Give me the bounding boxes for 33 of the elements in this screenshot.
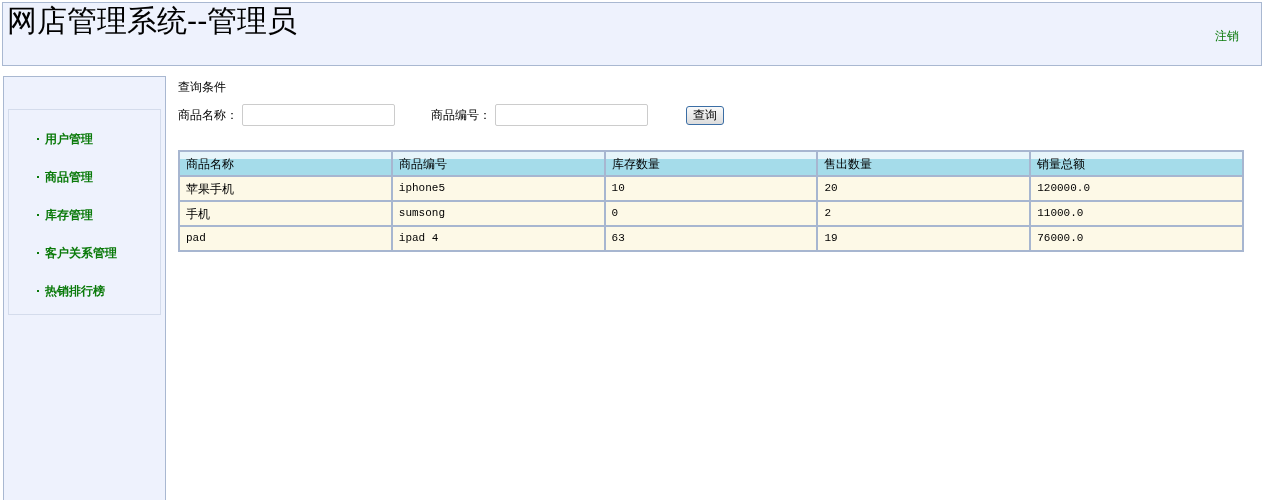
table-cell: 11000.0: [1030, 201, 1243, 226]
input-field[interactable]: [495, 104, 648, 126]
table-cell: 76000.0: [1030, 226, 1243, 251]
table-cell: 19: [817, 226, 1031, 251]
page-title: 网店管理系统--管理员: [6, 3, 298, 39]
field-label: 商品名称：: [178, 107, 238, 124]
table-cell: ipad 4: [391, 226, 605, 251]
table-cell: iphone5: [391, 176, 605, 201]
search-title: 查询条件: [178, 79, 226, 96]
sidebar-link[interactable]: 库存管理: [45, 196, 93, 234]
input-field[interactable]: [242, 104, 395, 126]
column-header: 商品编号: [391, 151, 605, 176]
sidebar-link[interactable]: 客户关系管理: [45, 234, 117, 272]
table-cell: sumsong: [391, 201, 605, 226]
sidebar-link[interactable]: 商品管理: [45, 158, 93, 196]
table-cell: 手机: [179, 201, 392, 226]
table-cell: 63: [604, 226, 818, 251]
table-cell: 2: [817, 201, 1031, 226]
column-header: 售出数量: [817, 151, 1031, 176]
field-label: 商品编号：: [431, 107, 491, 124]
table-cell: 苹果手机: [179, 176, 392, 201]
search-button[interactable]: 查询: [686, 105, 724, 125]
column-header: 库存数量: [604, 151, 818, 176]
table-cell: 10: [604, 176, 818, 201]
table-cell: 20: [817, 176, 1031, 201]
column-header: 销量总额: [1030, 151, 1243, 176]
table-cell: 120000.0: [1030, 176, 1243, 201]
sidebar-link[interactable]: 热销排行榜: [45, 272, 105, 310]
sidebar-link[interactable]: 用户管理: [45, 120, 93, 158]
column-header: 商品名称: [179, 151, 392, 176]
logout-link[interactable]: 注销: [1215, 27, 1239, 45]
table-cell: 0: [604, 201, 818, 226]
table-cell: pad: [179, 226, 392, 251]
